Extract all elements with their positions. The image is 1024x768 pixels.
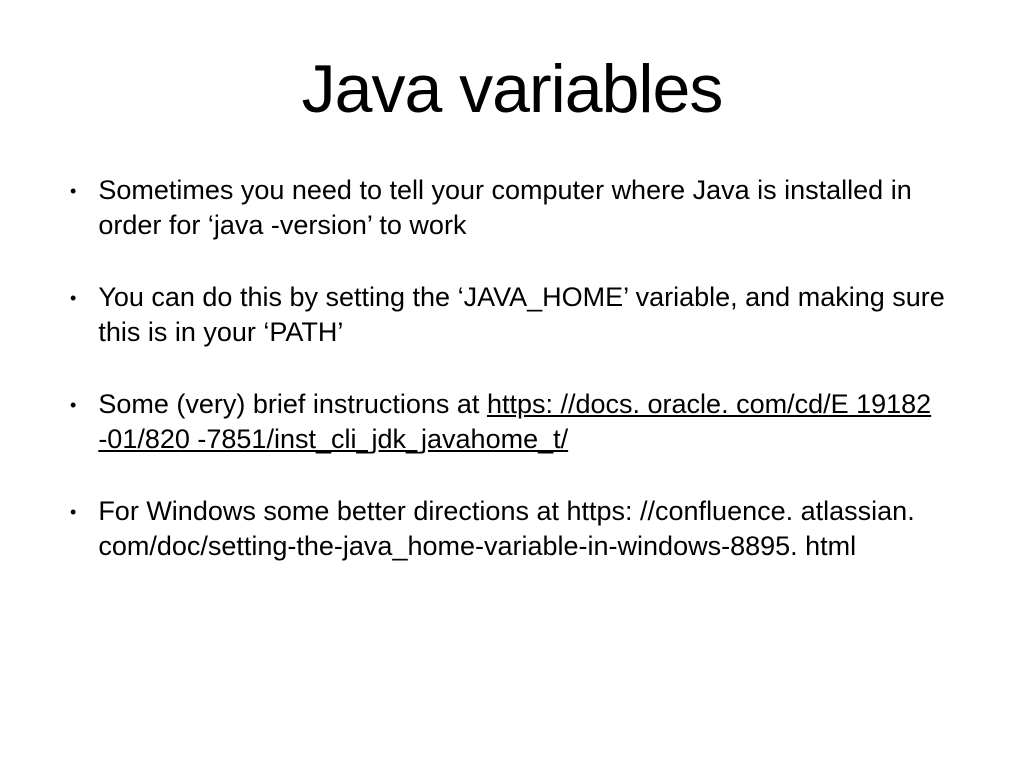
list-item: • You can do this by setting the ‘JAVA_H… (70, 280, 954, 349)
bullet-icon: • (70, 501, 76, 524)
list-item: • For Windows some better directions at … (70, 494, 954, 563)
bullet-text: For Windows some better directions at ht… (98, 494, 954, 563)
slide-title: Java variables (70, 50, 954, 128)
bullet-icon: • (70, 287, 76, 310)
bullet-text: You can do this by setting the ‘JAVA_HOM… (98, 280, 954, 349)
bullet-list: • Sometimes you need to tell your comput… (70, 173, 954, 563)
bullet-icon: • (70, 394, 76, 417)
list-item: • Sometimes you need to tell your comput… (70, 173, 954, 242)
bullet-text: Sometimes you need to tell your computer… (98, 173, 954, 242)
bullet-icon: • (70, 180, 76, 203)
list-item: • Some (very) brief instructions at http… (70, 387, 954, 456)
bullet-text: Some (very) brief instructions at https:… (98, 387, 954, 456)
